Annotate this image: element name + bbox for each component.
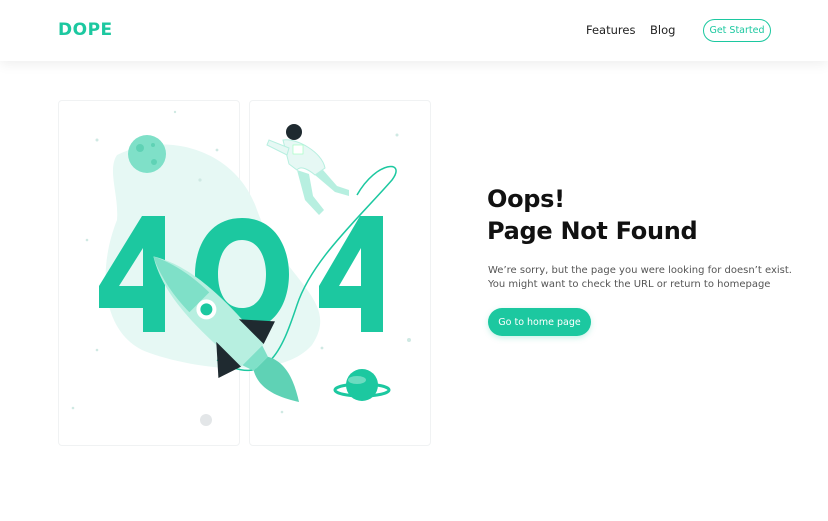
nav-link-features[interactable]: Features: [586, 23, 635, 37]
planet-icon: [333, 369, 391, 401]
page-title-line-2: Page Not Found: [487, 217, 698, 245]
nav-link-blog[interactable]: Blog: [650, 23, 675, 37]
go-to-home-button[interactable]: Go to home page: [488, 308, 591, 336]
moon-icon: [128, 135, 166, 173]
error-message: We’re sorry, but the page you were looki…: [488, 264, 792, 292]
site-header: DOPE Features Blog Get Started: [0, 0, 828, 61]
astronaut-icon: [266, 124, 349, 215]
page-title-line-1: Oops!: [487, 185, 565, 213]
page-title: Oops! Page Not Found: [487, 183, 698, 247]
error-message-line-2: You might want to check the URL or retur…: [488, 279, 771, 290]
get-started-button[interactable]: Get Started: [703, 19, 771, 42]
logo[interactable]: DOPE: [58, 20, 113, 40]
error-message-line-1: We’re sorry, but the page you were looki…: [488, 265, 792, 276]
illustration-artwork: [71, 110, 411, 426]
404-illustration: [57, 100, 433, 448]
small-moon-icon: [200, 414, 212, 426]
